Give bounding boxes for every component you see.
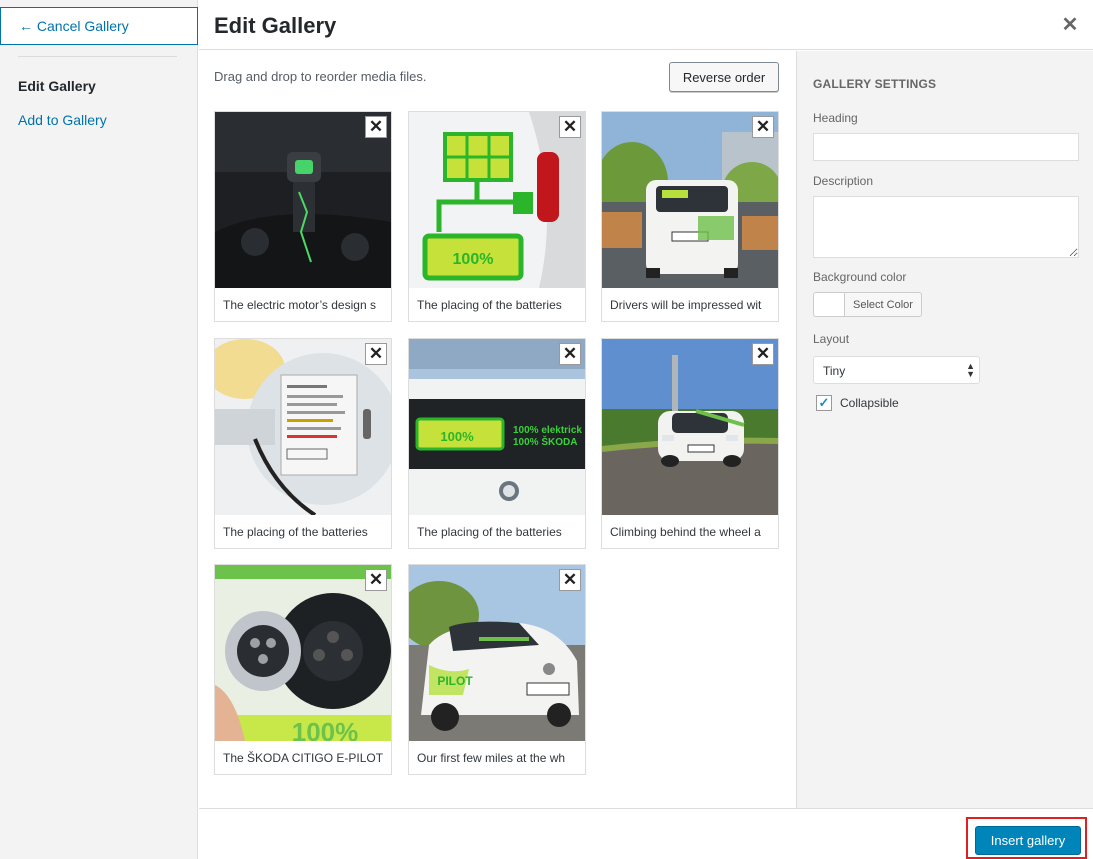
layout-select[interactable]: Tiny ▲ ▼ [813,356,980,384]
remove-item-button[interactable]: ✕ [365,569,387,591]
select-color-label: Select Color [853,298,913,311]
layout-select-value: Tiny [823,364,846,378]
gallery-thumbnail [602,339,778,515]
svg-text:100%: 100% [453,251,494,268]
select-color-button[interactable]: Select Color [813,292,922,317]
gallery-caption[interactable]: The placing of the batteries [215,516,391,549]
gallery-caption[interactable]: The electric motor’s design s [215,289,391,322]
reverse-order-button[interactable]: Reverse order [669,62,779,92]
color-swatch [814,293,845,316]
heading-field[interactable] [813,133,1079,161]
remove-item-button[interactable]: ✕ [365,116,387,138]
gallery-thumbnail: 100% [215,565,391,741]
gallery-thumbnail: PILOT [409,565,585,741]
settings-heading: GALLERY SETTINGS [813,77,937,91]
svg-text:100%: 100% [440,429,474,444]
checkbox-checked-icon[interactable]: ✓ [816,395,832,411]
gallery-item[interactable]: 100% 100% elektrick 100% ŠKODA ✕ The pla… [408,338,586,549]
gallery-caption[interactable]: Drivers will be impressed wit [602,289,778,322]
remove-item-button[interactable]: ✕ [752,116,774,138]
gallery-caption[interactable]: The placing of the batteries [409,516,585,549]
svg-text:100% elektrick: 100% elektrick [513,425,582,436]
sidebar-item-edit-gallery[interactable]: Edit Gallery [18,78,96,94]
gallery-item[interactable]: PILOT ✕ Our first few miles at the wh [408,564,586,775]
gallery-caption[interactable]: The placing of the batteries [409,289,585,322]
gallery-thumbnail: 100% 100% elektrick 100% ŠKODA [409,339,585,515]
insert-gallery-button[interactable]: Insert gallery [975,826,1081,855]
collapsible-label: Collapsible [840,396,899,410]
instructions-text: Drag and drop to reorder media files. [214,69,427,84]
description-label: Description [813,174,874,188]
layout-label: Layout [813,332,850,346]
gallery-thumbnail [215,112,391,288]
remove-item-button[interactable]: ✕ [752,343,774,365]
select-arrows-icon: ▲ ▼ [966,361,975,379]
cancel-gallery-button[interactable]: ← Cancel Gallery [0,7,198,45]
page-title: Edit Gallery [214,13,337,38]
gallery-settings-panel: GALLERY SETTINGS Heading Description Bac… [796,51,1093,808]
gallery-content: Drag and drop to reorder media files. Re… [199,51,796,808]
gallery-item[interactable]: ✕ Drivers will be impressed wit [601,111,779,322]
gallery-caption[interactable]: Climbing behind the wheel a [602,516,778,549]
background-color-label: Background color [813,270,907,284]
close-icon[interactable]: ✕ [1059,14,1081,36]
collapsible-option[interactable]: ✓ Collapsible [816,395,899,411]
remove-item-button[interactable]: ✕ [559,343,581,365]
gallery-thumbnail [602,112,778,288]
gallery-thumbnail [215,339,391,515]
modal-footer: Insert gallery [199,808,1093,859]
media-sidebar: ← Cancel Gallery Edit Gallery Add to Gal… [0,0,198,859]
gallery-caption[interactable]: Our first few miles at the wh [409,742,585,775]
svg-text:100% ŠKODA: 100% ŠKODA [513,435,577,448]
gallery-item[interactable]: 100% ✕ The placing of the batteries [408,111,586,322]
svg-text:PILOT: PILOT [437,674,473,688]
gallery-item[interactable]: ✕ Climbing behind the wheel a [601,338,779,549]
gallery-item[interactable]: 100% ✕ The ŠKODA CITIGO E-PILOT [214,564,392,775]
sidebar-item-add-to-gallery[interactable]: Add to Gallery [18,112,107,128]
remove-item-button[interactable]: ✕ [559,569,581,591]
svg-text:100%: 100% [292,717,359,741]
sidebar-divider [18,56,177,57]
remove-item-button[interactable]: ✕ [365,343,387,365]
heading-label: Heading [813,111,858,125]
modal-header: Edit Gallery ✕ [199,0,1093,50]
gallery-thumbnail: 100% [409,112,585,288]
gallery-item[interactable]: ✕ The electric motor’s design s [214,111,392,322]
gallery-caption[interactable]: The ŠKODA CITIGO E-PILOT [215,742,391,775]
remove-item-button[interactable]: ✕ [559,116,581,138]
gallery-item[interactable]: ✕ The placing of the batteries [214,338,392,549]
description-field[interactable] [813,196,1079,258]
